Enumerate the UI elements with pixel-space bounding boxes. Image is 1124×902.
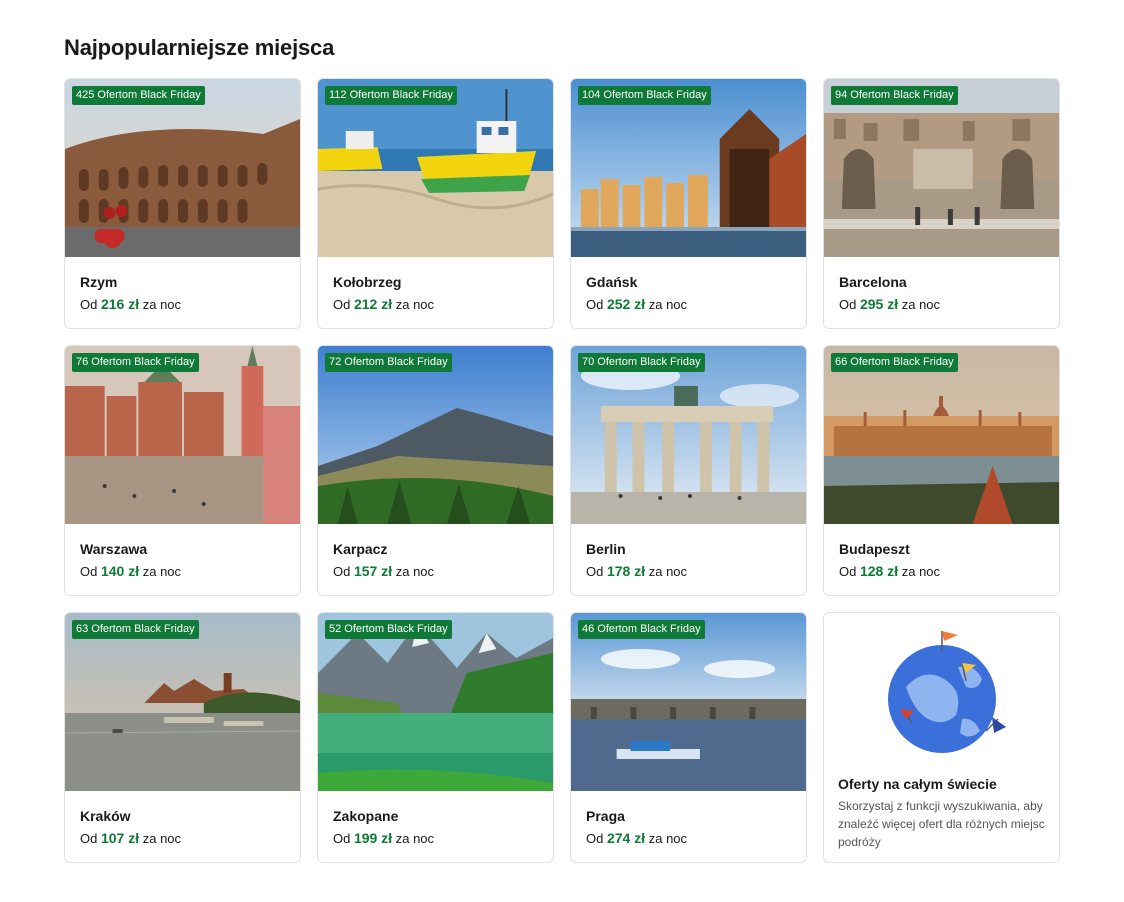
- worldwide-offers-title: Oferty na całym świecie: [838, 776, 997, 792]
- price-line: Od 128 zł za noc: [839, 563, 941, 579]
- price-line: Od 107 zł za noc: [80, 830, 182, 846]
- destination-card-barcelona[interactable]: 94 Ofertom Black Friday Barcelona Od 295…: [823, 78, 1060, 329]
- black-friday-badge: 94 Ofertom Black Friday: [831, 86, 958, 105]
- price-line: Od 274 zł za noc: [586, 830, 688, 846]
- destination-photo: 46 Ofertom Black Friday: [571, 613, 806, 791]
- destination-name: Budapeszt: [839, 541, 910, 557]
- price-value: 252 zł: [606, 296, 646, 312]
- black-friday-badge: 104 Ofertom Black Friday: [578, 86, 711, 105]
- destination-name: Berlin: [586, 541, 626, 557]
- black-friday-badge: 76 Ofertom Black Friday: [72, 353, 199, 372]
- destination-card-rzym[interactable]: 425 Ofertom Black Friday Rzym Od 216 zł …: [64, 78, 301, 329]
- destination-photo: 70 Ofertom Black Friday: [571, 346, 806, 524]
- price-value: 178 zł: [606, 563, 646, 579]
- price-value: 157 zł: [353, 563, 393, 579]
- destination-photo: 66 Ofertom Black Friday: [824, 346, 1059, 524]
- globe-with-flags-icon: [824, 613, 1059, 771]
- destination-card-berlin[interactable]: 70 Ofertom Black Friday Berlin Od 178 zł…: [570, 345, 807, 596]
- destination-card-krakow[interactable]: 63 Ofertom Black Friday Kraków Od 107 zł…: [64, 612, 301, 863]
- destination-photo: 76 Ofertom Black Friday: [65, 346, 300, 524]
- destinations-grid: 425 Ofertom Black Friday Rzym Od 216 zł …: [64, 78, 1060, 863]
- price-value: 199 zł: [353, 830, 393, 846]
- destination-name: Karpacz: [333, 541, 388, 557]
- destination-name: Warszawa: [80, 541, 148, 557]
- black-friday-badge: 70 Ofertom Black Friday: [578, 353, 705, 372]
- destination-photo: 63 Ofertom Black Friday: [65, 613, 300, 791]
- destination-card-budapeszt[interactable]: 66 Ofertom Black Friday Budapeszt Od 128…: [823, 345, 1060, 596]
- price-line: Od 295 zł za noc: [839, 296, 941, 312]
- section-title: Najpopularniejsze miejsca: [64, 35, 335, 60]
- black-friday-badge: 112 Ofertom Black Friday: [325, 86, 457, 105]
- black-friday-badge: 46 Ofertom Black Friday: [578, 620, 705, 639]
- black-friday-badge: 66 Ofertom Black Friday: [831, 353, 958, 372]
- destination-card-karpacz[interactable]: 72 Ofertom Black Friday Karpacz Od 157 z…: [317, 345, 554, 596]
- destination-name: Barcelona: [839, 274, 907, 290]
- destination-name: Zakopane: [333, 808, 399, 824]
- destination-name: Praga: [586, 808, 625, 824]
- destination-card-kolobrzeg[interactable]: 112 Ofertom Black Friday Kołobrzeg Od 21…: [317, 78, 554, 329]
- price-line: Od 216 zł za noc: [80, 296, 182, 312]
- destination-name: Kraków: [80, 808, 131, 824]
- destination-card-warszawa[interactable]: 76 Ofertom Black Friday Warszawa Od 140 …: [64, 345, 301, 596]
- worldwide-offers-card[interactable]: Oferty na całym świecie Skorzystaj z fun…: [823, 612, 1060, 863]
- destination-name: Gdańsk: [586, 274, 638, 290]
- black-friday-badge: 63 Ofertom Black Friday: [72, 620, 199, 639]
- price-value: 274 zł: [606, 830, 646, 846]
- price-value: 107 zł: [100, 830, 140, 846]
- destination-photo: 112 Ofertom Black Friday: [318, 79, 553, 257]
- destination-photo: 104 Ofertom Black Friday: [571, 79, 806, 257]
- destination-name: Kołobrzeg: [333, 274, 402, 290]
- worldwide-offers-description: Skorzystaj z funkcji wyszukiwania, aby z…: [838, 799, 1045, 849]
- price-value: 140 zł: [100, 563, 140, 579]
- price-line: Od 199 zł za noc: [333, 830, 435, 846]
- black-friday-badge: 425 Ofertom Black Friday: [72, 86, 205, 105]
- price-line: Od 252 zł za noc: [586, 296, 688, 312]
- price-line: Od 157 zł za noc: [333, 563, 435, 579]
- destination-photo: 94 Ofertom Black Friday: [824, 79, 1059, 257]
- price-line: Od 212 zł za noc: [333, 296, 435, 312]
- destination-card-gdansk[interactable]: 104 Ofertom Black Friday Gdańsk Od 252 z…: [570, 78, 807, 329]
- price-value: 128 zł: [859, 563, 899, 579]
- price-value: 295 zł: [859, 296, 899, 312]
- price-value: 212 zł: [353, 296, 393, 312]
- price-value: 216 zł: [100, 296, 140, 312]
- destination-card-zakopane[interactable]: 52 Ofertom Black Friday Zakopane Od 199 …: [317, 612, 554, 863]
- price-line: Od 140 zł za noc: [80, 563, 182, 579]
- destination-card-praga[interactable]: 46 Ofertom Black Friday Praga Od 274 zł …: [570, 612, 807, 863]
- destination-photo: 72 Ofertom Black Friday: [318, 346, 553, 524]
- price-line: Od 178 zł za noc: [586, 563, 688, 579]
- popular-destinations-section: Najpopularniejsze miejsca 425 Ofertom Bl…: [64, 32, 1060, 863]
- black-friday-badge: 52 Ofertom Black Friday: [325, 620, 452, 639]
- destination-photo: 425 Ofertom Black Friday: [65, 79, 300, 257]
- destination-name: Rzym: [80, 274, 118, 290]
- destination-photo: 52 Ofertom Black Friday: [318, 613, 553, 791]
- black-friday-badge: 72 Ofertom Black Friday: [325, 353, 452, 372]
